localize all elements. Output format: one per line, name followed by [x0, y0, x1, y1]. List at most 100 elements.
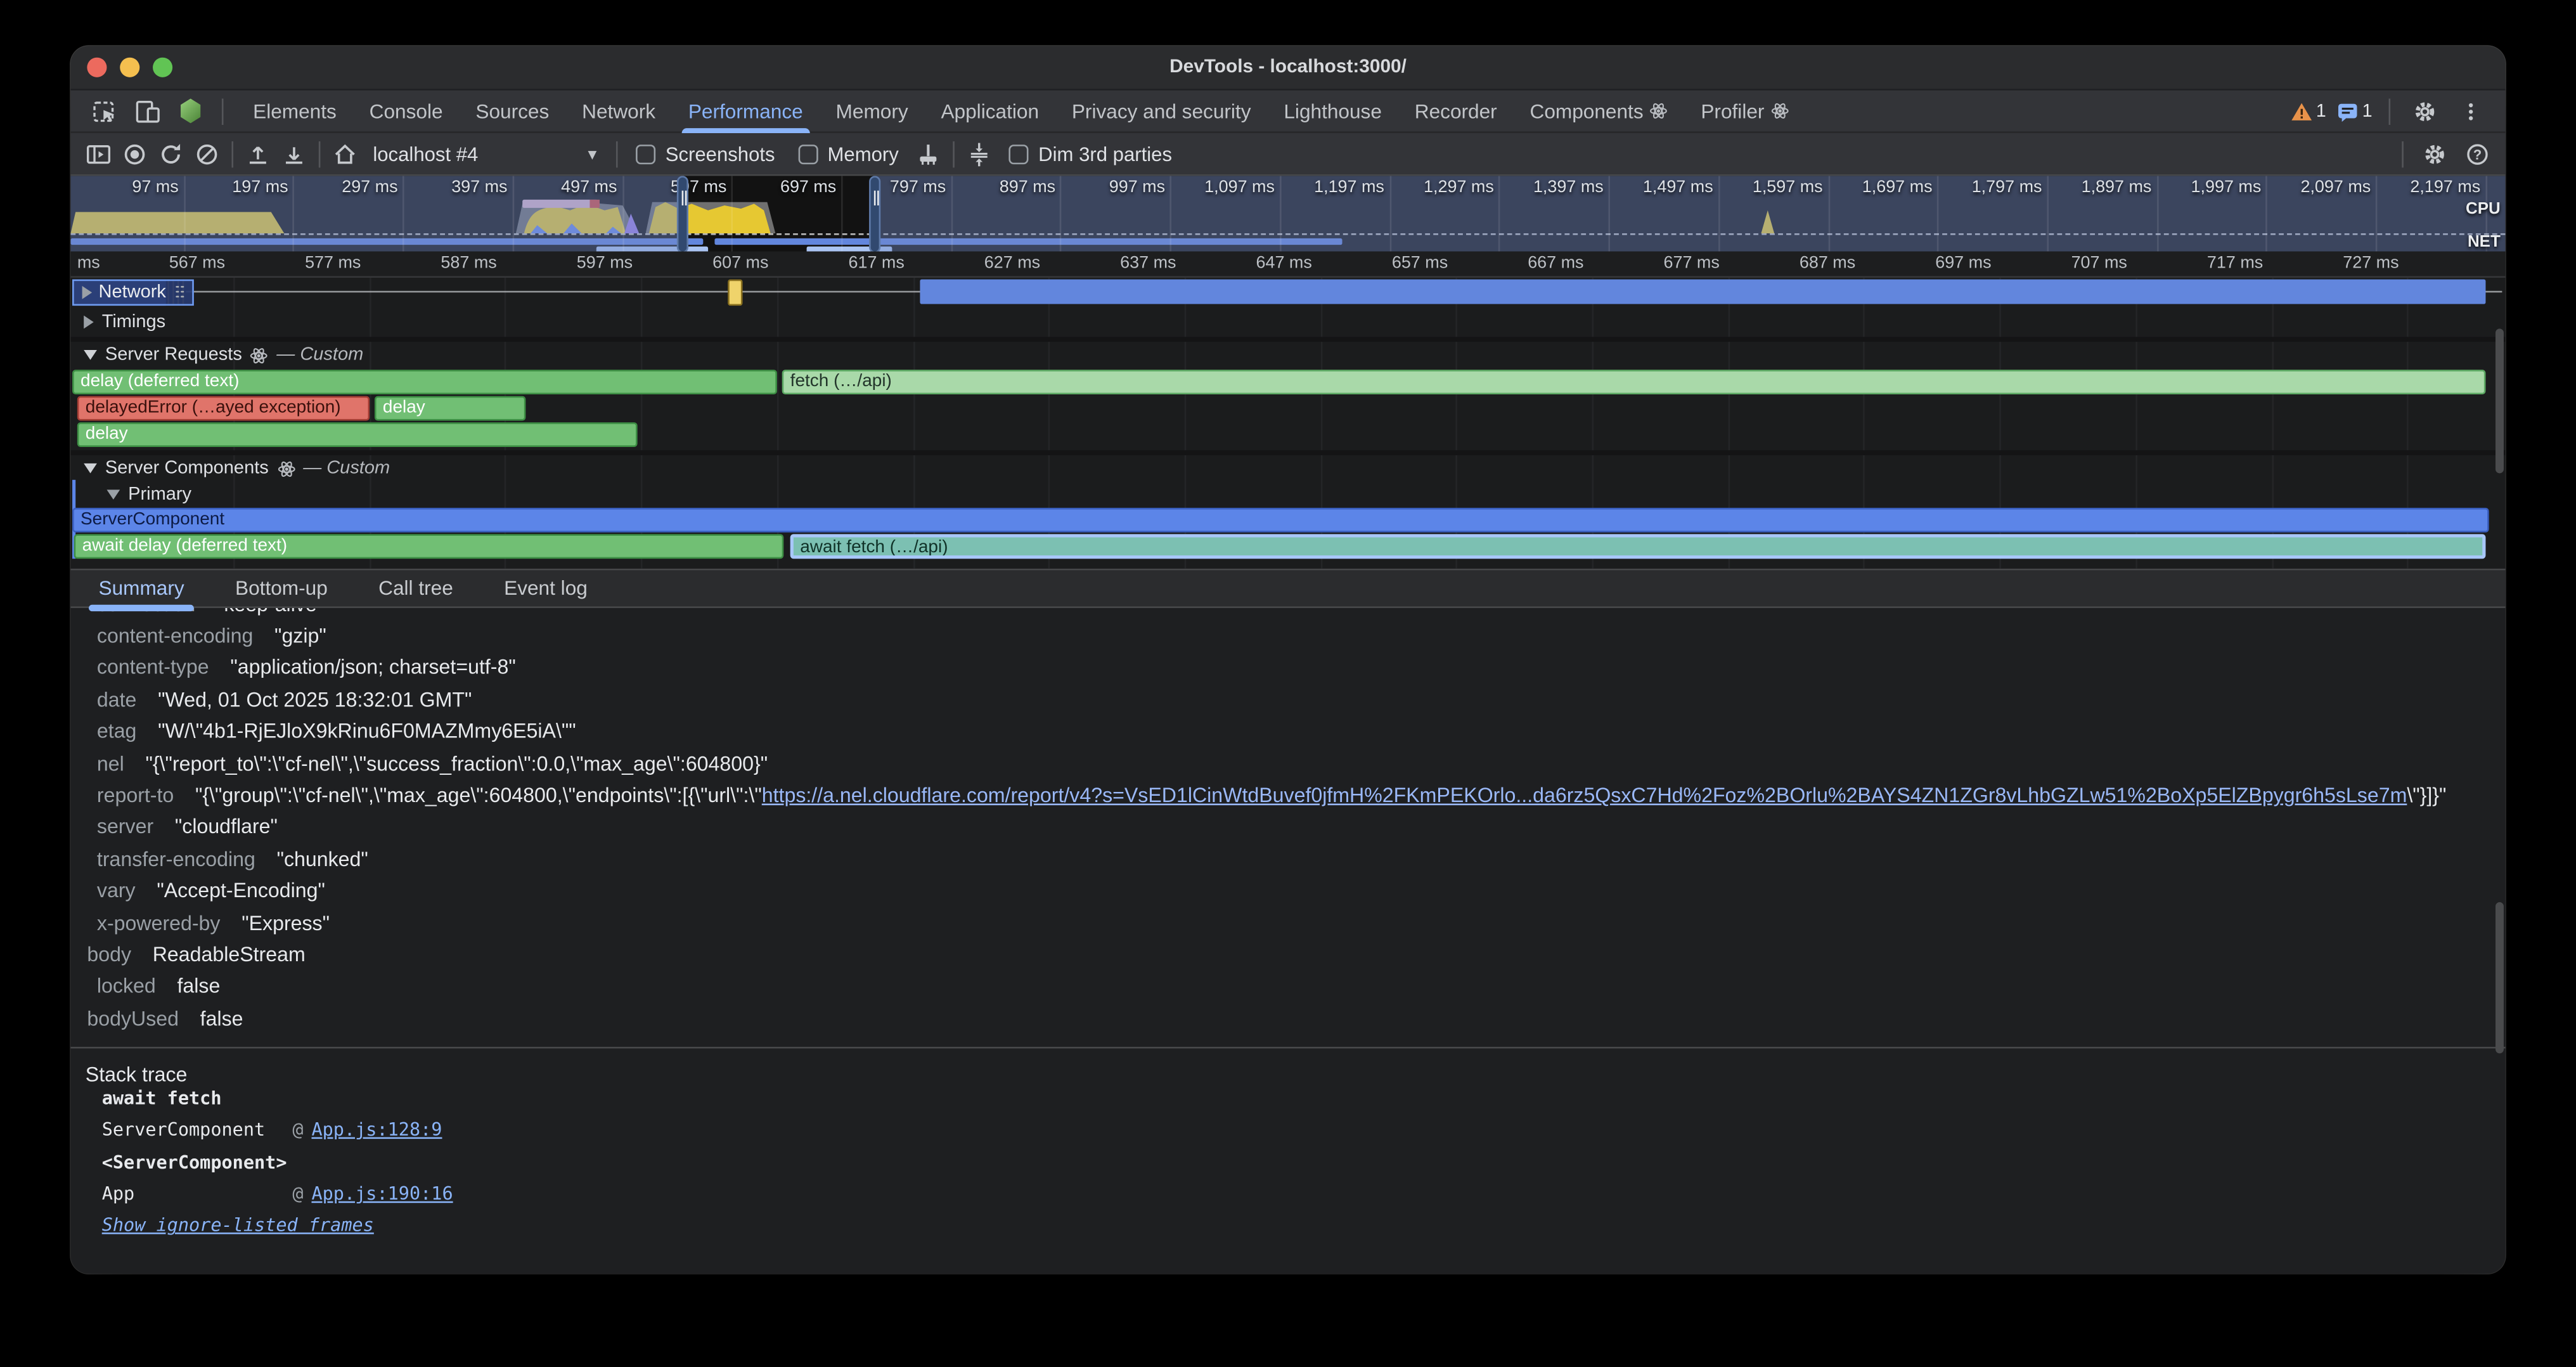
messages-badge[interactable]: 1	[2336, 100, 2372, 122]
divider	[2389, 98, 2391, 124]
event-bar-fetch-api[interactable]: fetch (…/api)	[782, 370, 2486, 394]
source-location-link[interactable]: App.js:128:9	[311, 1120, 442, 1141]
tab-performance[interactable]: Performance	[672, 89, 820, 132]
save-profile-icon[interactable]	[276, 137, 312, 170]
tab-memory[interactable]: Memory	[820, 89, 925, 132]
extension-icon[interactable]	[172, 94, 209, 127]
detail-key: body	[87, 943, 131, 966]
stack-frame-function: ServerComponent	[102, 1120, 293, 1141]
detail-row-nel: nel"{\"report_to\":\"cf-nel\",\"success_…	[70, 748, 2505, 779]
screenshots-label: Screenshots	[666, 142, 775, 165]
event-bar-delayed-error[interactable]: delayedError (…ayed exception)	[77, 396, 370, 420]
minimap-gridline	[731, 176, 733, 251]
minimap-time-label: 1,597 ms	[1753, 179, 1823, 198]
detail-key: x-powered-by	[97, 911, 221, 934]
stack-frame: App@App.js:190:16	[102, 1178, 2506, 1210]
garbage-collect-icon[interactable]	[910, 137, 946, 170]
memory-checkbox[interactable]: Memory	[798, 142, 899, 165]
home-icon[interactable]	[327, 137, 363, 170]
chevron-down-icon: ▼	[585, 145, 600, 162]
tab-privacy-and-security[interactable]: Privacy and security	[1055, 89, 1268, 132]
timings-track-header[interactable]: Timings	[84, 312, 165, 332]
primary-group-header[interactable]: Primary	[106, 485, 191, 505]
panel-settings-gear-icon[interactable]	[2417, 137, 2453, 170]
clear-icon[interactable]	[189, 137, 225, 170]
details-tab-bottom-up[interactable]: Bottom-up	[224, 569, 339, 608]
minimap-time-label: 897 ms	[1000, 179, 1055, 198]
toggle-sidebar-icon[interactable]	[80, 137, 117, 170]
server-requests-track-header[interactable]: Server Requests — Custom	[84, 345, 363, 365]
network-track-header[interactable]: Network	[72, 278, 194, 304]
record-icon[interactable]	[117, 137, 153, 170]
event-label: delay	[86, 424, 128, 444]
tab-application[interactable]: Application	[925, 89, 1055, 132]
detail-key: report-to	[97, 784, 174, 807]
warnings-badge[interactable]: 1	[2289, 100, 2326, 122]
network-request-bar[interactable]	[728, 278, 742, 304]
minimap-time-label: 797 ms	[890, 179, 946, 198]
load-profile-icon[interactable]	[240, 137, 276, 170]
event-bar-delay-deferred[interactable]: delay (deferred text)	[72, 370, 777, 394]
stack-frame: ServerComponent@App.js:128:9	[102, 1114, 2506, 1146]
collapse-tracks-icon[interactable]	[961, 137, 997, 170]
ruler-tick-label: 637 ms	[1120, 255, 1176, 273]
kebab-menu-icon[interactable]	[2453, 94, 2489, 127]
tab-recorder[interactable]: Recorder	[1398, 89, 1514, 132]
selection-handle-right[interactable]	[869, 176, 880, 251]
selection-handle-left[interactable]	[677, 176, 688, 251]
divider	[231, 141, 233, 167]
stack-frame-function: await fetch	[102, 1087, 222, 1109]
collapse-arrow-icon	[84, 350, 97, 360]
event-label: ServerComponent	[80, 509, 224, 529]
timeline-overview[interactable]: 97 ms197 ms297 ms397 ms497 ms597 ms697 m…	[70, 174, 2505, 252]
event-bar-delay[interactable]: delay	[375, 396, 525, 420]
details-tab-event-log[interactable]: Event log	[493, 569, 599, 608]
screenshots-checkbox[interactable]: Screenshots	[636, 142, 775, 165]
expand-arrow-icon	[84, 316, 94, 329]
details-tab-summary[interactable]: Summary	[87, 569, 195, 608]
detail-value: ReadableStream	[153, 943, 306, 966]
server-components-track-header[interactable]: Server Components — Custom	[84, 458, 390, 478]
tracks-scrollbar-thumb[interactable]	[2495, 328, 2503, 473]
minimap-time-label: 97 ms	[132, 179, 178, 198]
reload-record-icon[interactable]	[153, 137, 189, 170]
device-toolbar-icon[interactable]	[130, 94, 166, 127]
tab-label: Elements	[253, 89, 337, 132]
minimap-gridline	[1609, 176, 1611, 251]
minimap-gridline	[1280, 176, 1282, 251]
history-select[interactable]: localhost #4 ▼	[363, 142, 610, 165]
minimap-gridline	[1170, 176, 1172, 251]
help-icon[interactable]: ?	[2459, 137, 2496, 170]
detail-key: transfer-encoding	[97, 848, 255, 871]
tab-lighthouse[interactable]: Lighthouse	[1267, 89, 1398, 132]
ruler-tick-label: 667 ms	[1528, 255, 1583, 273]
devtools-tabstrip: Elements ConsoleSourcesNetwork Performance…	[70, 89, 2505, 131]
show-ignore-listed-frames-link[interactable]: Show ignore-listed frames	[102, 1215, 374, 1237]
details-tab-call-tree[interactable]: Call tree	[367, 569, 465, 608]
tab-network[interactable]: Network	[565, 89, 672, 132]
tab-profiler[interactable]: Profiler	[1684, 89, 1805, 132]
tab-sources[interactable]: Sources	[460, 89, 566, 132]
tab-components[interactable]: Components	[1514, 89, 1685, 132]
inspect-element-icon[interactable]	[87, 94, 123, 127]
tab-console[interactable]: Console	[353, 89, 460, 132]
detail-key: content-encoding	[97, 625, 253, 647]
report-endpoint-link[interactable]: https://a.nel.cloudflare.com/report/v4?s…	[762, 784, 2407, 807]
tab-label: Profiler	[1701, 89, 1764, 132]
tab-elements[interactable]: Elements	[236, 89, 353, 132]
tab-label: Performance	[688, 89, 803, 132]
settings-gear-icon[interactable]	[2407, 94, 2443, 127]
event-bar-server-component[interactable]: ServerComponent	[72, 508, 2489, 532]
primary-group-label: Primary	[128, 485, 191, 505]
minimap-time-label: 197 ms	[232, 179, 288, 198]
details-scrollbar-thumb[interactable]	[2495, 902, 2503, 1053]
event-bar-await-fetch-selected[interactable]: await fetch (…/api)	[790, 534, 2486, 558]
source-location-link[interactable]: App.js:190:16	[311, 1184, 453, 1205]
network-request-bar[interactable]	[920, 280, 2485, 304]
minimap-gridline	[951, 176, 953, 251]
dim-3rd-parties-checkbox[interactable]: Dim 3rd parties	[1009, 142, 1173, 165]
event-bar-delay[interactable]: delay	[77, 422, 638, 446]
at-symbol: @	[292, 1184, 303, 1205]
divider	[616, 141, 618, 167]
event-bar-await-delay[interactable]: await delay (deferred text)	[74, 534, 784, 558]
